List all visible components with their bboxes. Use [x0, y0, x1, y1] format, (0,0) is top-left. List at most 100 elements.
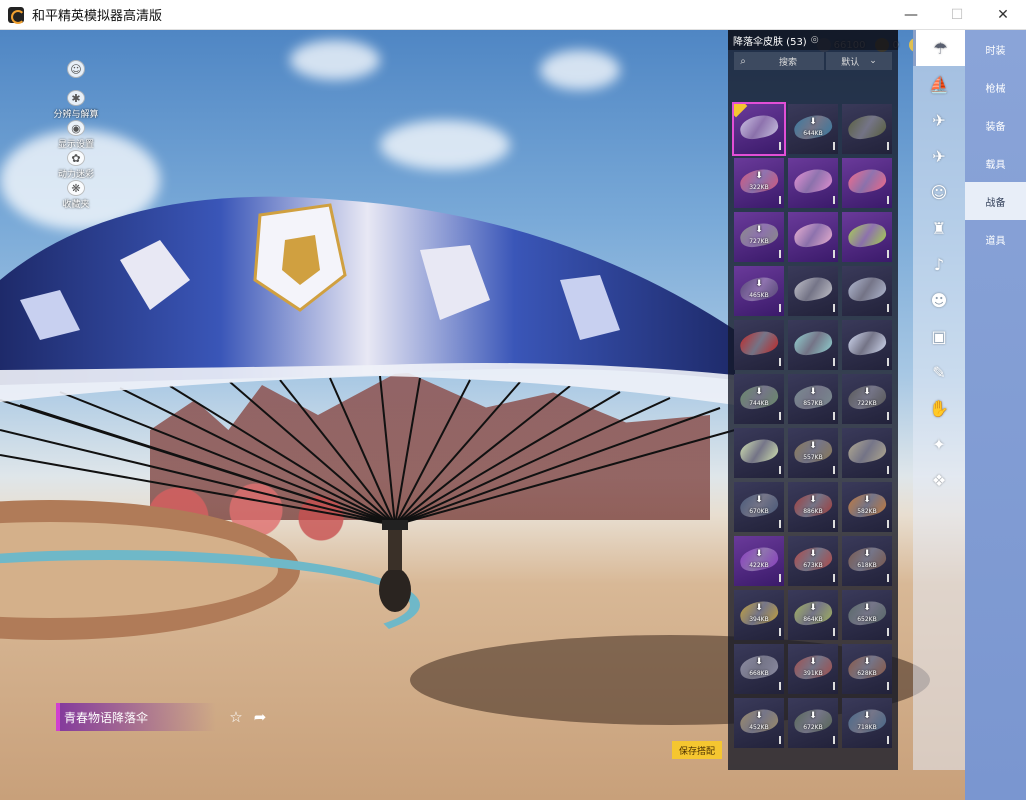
save-outfit-button[interactable]: 保存搭配: [672, 741, 722, 759]
skin-tile[interactable]: [842, 104, 892, 154]
tile-indicator: [833, 574, 835, 582]
skin-tile[interactable]: [788, 320, 838, 370]
skin-tile[interactable]: [734, 320, 784, 370]
title-bar: 和平精英模拟器高清版 — ☐ ✕: [0, 0, 1026, 30]
left-menu-item[interactable]: ❋ 收藏夹: [48, 180, 104, 210]
download-size: 322KB: [749, 184, 769, 191]
emote-icon[interactable]: ☺: [913, 174, 965, 210]
category-tab[interactable]: 载具: [965, 144, 1026, 182]
category-tabs: 时装 枪械 装备 载具 战备 道具: [965, 30, 1026, 800]
spray-icon[interactable]: ✎: [913, 354, 965, 390]
skin-tile[interactable]: ⬇ 864KB: [788, 590, 838, 640]
skin-tile[interactable]: ⬇ 582KB: [842, 482, 892, 532]
plane-icon[interactable]: ✈: [913, 102, 965, 138]
gesture-icon[interactable]: ✋: [913, 390, 965, 426]
gear-icon: ✱: [67, 90, 85, 106]
download-icon: ⬇: [809, 117, 817, 127]
download-size: 557KB: [803, 454, 823, 461]
skin-tile[interactable]: [788, 158, 838, 208]
download-size: 727KB: [749, 238, 769, 245]
skin-tile[interactable]: [842, 212, 892, 262]
close-window-button[interactable]: ✕: [980, 0, 1026, 30]
skin-tile[interactable]: ⬇ 618KB: [842, 536, 892, 586]
skin-tile[interactable]: [732, 102, 786, 156]
download-size: 864KB: [803, 616, 823, 623]
favorite-star-icon[interactable]: ☆: [228, 709, 244, 725]
parachute-thumbnail: [792, 328, 834, 358]
category-tab[interactable]: 时装: [965, 30, 1026, 68]
category-tab[interactable]: 装备: [965, 106, 1026, 144]
skin-tile[interactable]: ⬇ 465KB: [734, 266, 784, 316]
parachute-canopy-edge: [0, 362, 735, 405]
download-size: 668KB: [749, 670, 769, 677]
left-menu-item[interactable]: ◉ 显示设置: [48, 120, 104, 150]
bird-icon[interactable]: ❖: [913, 462, 965, 498]
category-tab[interactable]: 战备: [965, 182, 1026, 220]
skin-tile[interactable]: [842, 158, 892, 208]
effect-icon[interactable]: ✦: [913, 426, 965, 462]
maximize-button[interactable]: ☐: [934, 0, 980, 30]
skin-tile[interactable]: ⬇ 652KB: [842, 590, 892, 640]
skin-tile[interactable]: [788, 212, 838, 262]
download-size: 452KB: [749, 724, 769, 731]
skin-tile[interactable]: ⬇ 628KB: [842, 644, 892, 694]
parachute-thumbnail: [846, 112, 888, 142]
new-badge-icon: [734, 104, 748, 118]
picture-icon[interactable]: ▣: [913, 318, 965, 354]
skin-tile[interactable]: ⬇ 452KB: [734, 698, 784, 748]
robot-icon[interactable]: ♜: [913, 210, 965, 246]
download-icon: ⬇: [809, 711, 817, 721]
skin-tile[interactable]: ⬇ 644KB: [788, 104, 838, 154]
left-menu-item[interactable]: ☺: [48, 60, 104, 90]
parachute-icon[interactable]: ☂: [913, 30, 965, 66]
minimize-button[interactable]: —: [888, 0, 934, 30]
download-size: 394KB: [749, 616, 769, 623]
parachute-thumbnail: [738, 328, 780, 358]
parachute-thumbnail: [846, 220, 888, 250]
avatar-icon: ☺: [67, 60, 85, 78]
skin-tile[interactable]: ⬇ 718KB: [842, 698, 892, 748]
skin-tile[interactable]: ⬇ 557KB: [788, 428, 838, 478]
skin-tile[interactable]: [788, 266, 838, 316]
share-icon[interactable]: ➦: [252, 709, 268, 725]
category-tab[interactable]: 道具: [965, 220, 1026, 258]
skin-tile[interactable]: ⬇ 727KB: [734, 212, 784, 262]
skin-tile[interactable]: ⬇ 322KB: [734, 158, 784, 208]
skin-tile[interactable]: ⬇ 672KB: [788, 698, 838, 748]
search-input[interactable]: ⌕ 搜索: [734, 52, 824, 70]
skin-tile[interactable]: ⬇ 857KB: [788, 374, 838, 424]
boat-icon[interactable]: ⛵: [913, 66, 965, 102]
tile-indicator: [833, 628, 835, 636]
skin-tile[interactable]: ⬇ 670KB: [734, 482, 784, 532]
skin-tile[interactable]: [842, 320, 892, 370]
jet-icon[interactable]: ✈: [913, 138, 965, 174]
download-size: 744KB: [749, 400, 769, 407]
skin-tile[interactable]: [842, 266, 892, 316]
skin-tile[interactable]: ⬇ 673KB: [788, 536, 838, 586]
tile-indicator: [779, 574, 781, 582]
skin-tile[interactable]: ⬇ 744KB: [734, 374, 784, 424]
visibility-eye-icon[interactable]: ◎: [811, 35, 819, 45]
skin-tile[interactable]: ⬇ 391KB: [788, 644, 838, 694]
parachute-thumbnail: [846, 328, 888, 358]
tile-indicator: [779, 466, 781, 474]
skin-tile[interactable]: ⬇ 722KB: [842, 374, 892, 424]
skin-tile[interactable]: ⬇ 886KB: [788, 482, 838, 532]
sort-label: 默认: [841, 57, 860, 68]
badge-icon: ❋: [67, 180, 85, 196]
tile-indicator: [779, 628, 781, 636]
download-icon: ⬇: [755, 549, 763, 559]
eye-icon: ◉: [67, 120, 85, 136]
panel-header: 降落伞皮肤 (53) ◎: [728, 30, 898, 50]
skin-tile[interactable]: ⬇ 394KB: [734, 590, 784, 640]
skin-tile[interactable]: [842, 428, 892, 478]
sound-icon[interactable]: ♪: [913, 246, 965, 282]
skin-tile[interactable]: ⬇ 422KB: [734, 536, 784, 586]
left-menu-item[interactable]: ✿ 动力迷彩: [48, 150, 104, 180]
sort-dropdown[interactable]: 默认 ⌄: [826, 52, 892, 70]
category-tab[interactable]: 枪械: [965, 68, 1026, 106]
companion-icon[interactable]: ☻: [913, 282, 965, 318]
skin-tile[interactable]: [734, 428, 784, 478]
left-menu-item[interactable]: ✱ 分辨与解算: [48, 90, 104, 120]
skin-tile[interactable]: ⬇ 668KB: [734, 644, 784, 694]
